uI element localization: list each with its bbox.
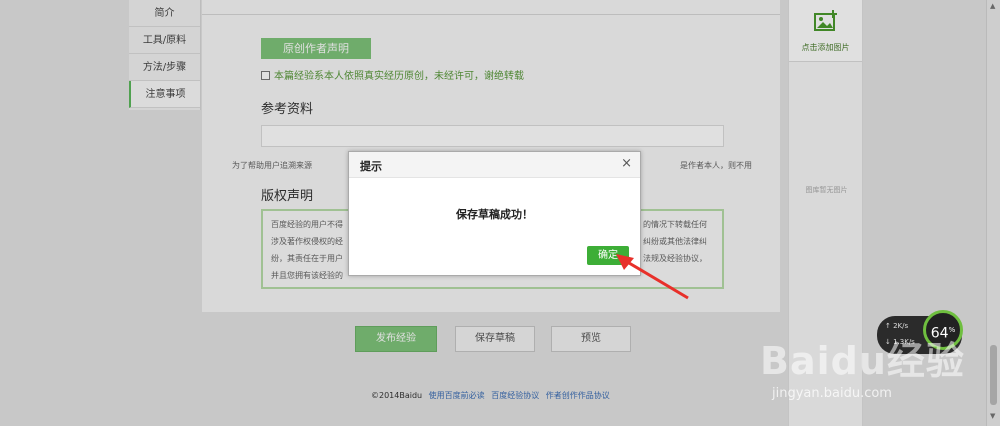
- baidu-watermark-logo: Baidu经验: [760, 339, 965, 383]
- upload-speed-value: 2K/s: [893, 322, 909, 330]
- annotation-arrow-icon: [616, 254, 689, 300]
- save-success-dialog: 提示 × 保存草稿成功！ 确定: [348, 151, 641, 276]
- dialog-message: 保存草稿成功！: [456, 208, 533, 221]
- upload-speed: ↑ 2K/s: [885, 322, 909, 330]
- dialog-header: 提示 ×: [349, 152, 640, 178]
- dialog-title: 提示: [360, 160, 382, 173]
- close-icon[interactable]: ×: [621, 156, 632, 171]
- baidu-watermark-url: jingyan.baidu.com: [772, 386, 892, 401]
